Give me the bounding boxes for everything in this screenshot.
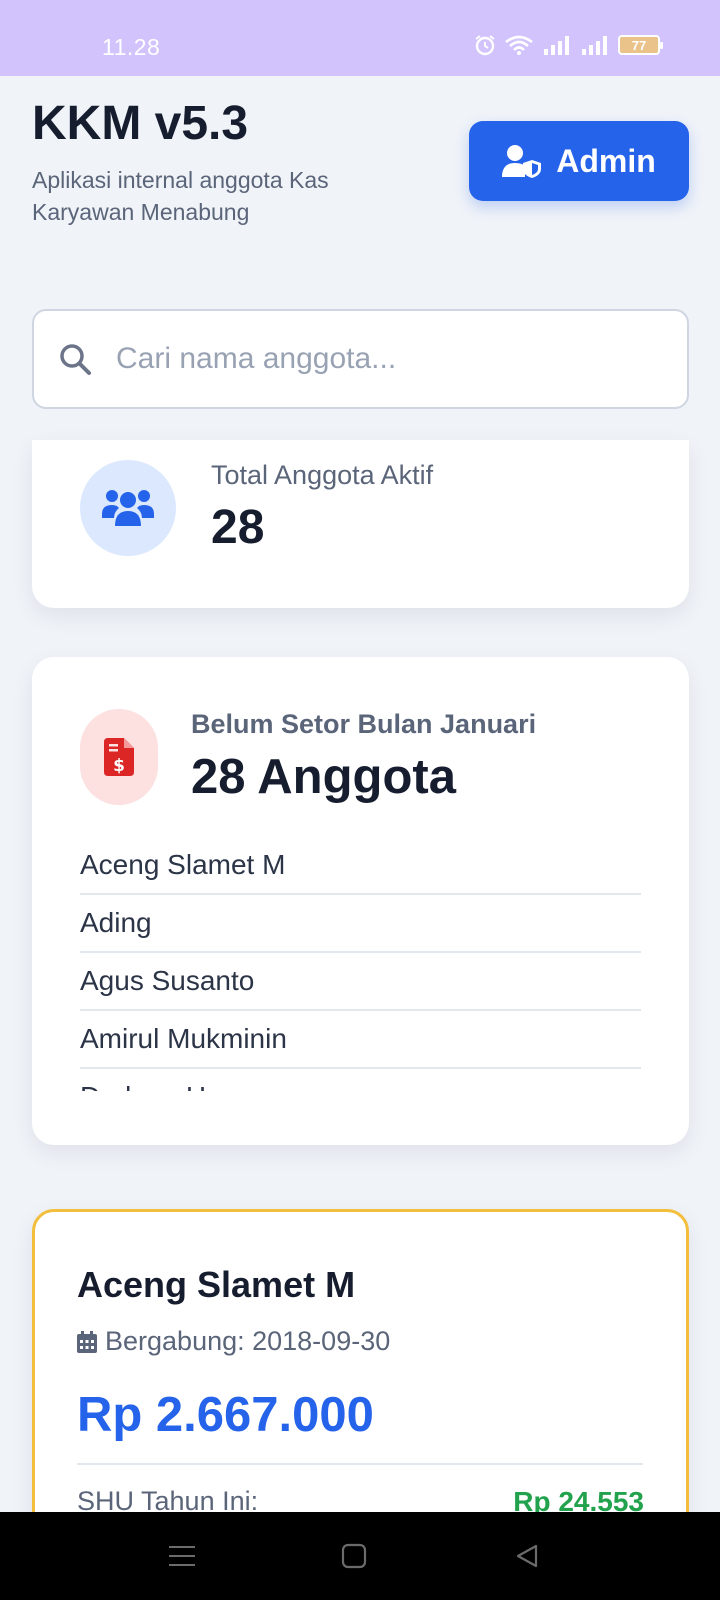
svg-text:$: $ [113,756,125,776]
signal-icon [544,36,569,55]
back-triangle-icon [516,1544,538,1568]
battery-level: 77 [631,37,647,53]
member-joined-text: Bergabung: 2018-09-30 [105,1326,391,1356]
member-name: Aceng Slamet M [77,1264,356,1305]
member-balance: Rp 2.667.000 [77,1388,374,1442]
recents-button[interactable] [142,1512,222,1600]
search-icon [60,344,91,375]
unpaid-card: $ Belum Setor Bulan Januari 28 Anggota A… [32,657,689,1145]
admin-label: Admin [556,142,656,179]
home-button[interactable] [314,1512,394,1600]
unpaid-label: Belum Setor Bulan Januari [191,709,537,739]
list-item[interactable]: Aceng Slamet M [80,837,641,895]
status-icons: 77 [474,34,663,56]
total-members-label: Total Anggota Aktif [211,460,434,490]
list-item[interactable]: Dadang Hermawan [80,1069,641,1091]
list-item[interactable]: Amirul Mukminin [80,1011,641,1069]
search-input[interactable] [116,342,656,376]
users-icon [102,490,154,526]
list-item[interactable]: Agus Susanto [80,953,641,1011]
system-nav-bar [0,1512,720,1600]
calendar-icon [77,1330,97,1353]
home-square-icon [341,1543,367,1569]
unpaid-icon-wrap: $ [80,709,158,805]
status-bar: 11.28 77 [0,0,720,76]
menu-icon [169,1546,195,1566]
user-shield-icon [502,145,542,178]
list-item[interactable]: Ading [80,895,641,953]
app-subtitle: Aplikasi internal anggota Kas Karyawan M… [32,167,329,225]
total-members-card: Total Anggota Aktif 28 [32,440,689,608]
battery-icon: 77 [618,35,663,55]
unpaid-count: 28 Anggota [191,750,456,804]
signal-icon-2 [582,36,607,55]
member-joined: Bergabung: 2018-09-30 [77,1326,390,1357]
alarm-icon [475,35,495,56]
app-title: KKM v5.3 [32,97,249,150]
unpaid-list[interactable]: Aceng Slamet M Ading Agus Susanto Amirul… [80,837,641,1091]
total-members-icon-wrap [80,460,176,556]
search-box[interactable] [32,309,689,409]
invoice-dollar-icon: $ [104,738,134,776]
status-time: 11.28 [102,34,161,60]
back-button[interactable] [487,1512,567,1600]
total-members-value: 28 [211,501,265,554]
divider [77,1463,643,1465]
wifi-icon [505,35,533,55]
admin-button[interactable]: Admin [469,121,689,201]
